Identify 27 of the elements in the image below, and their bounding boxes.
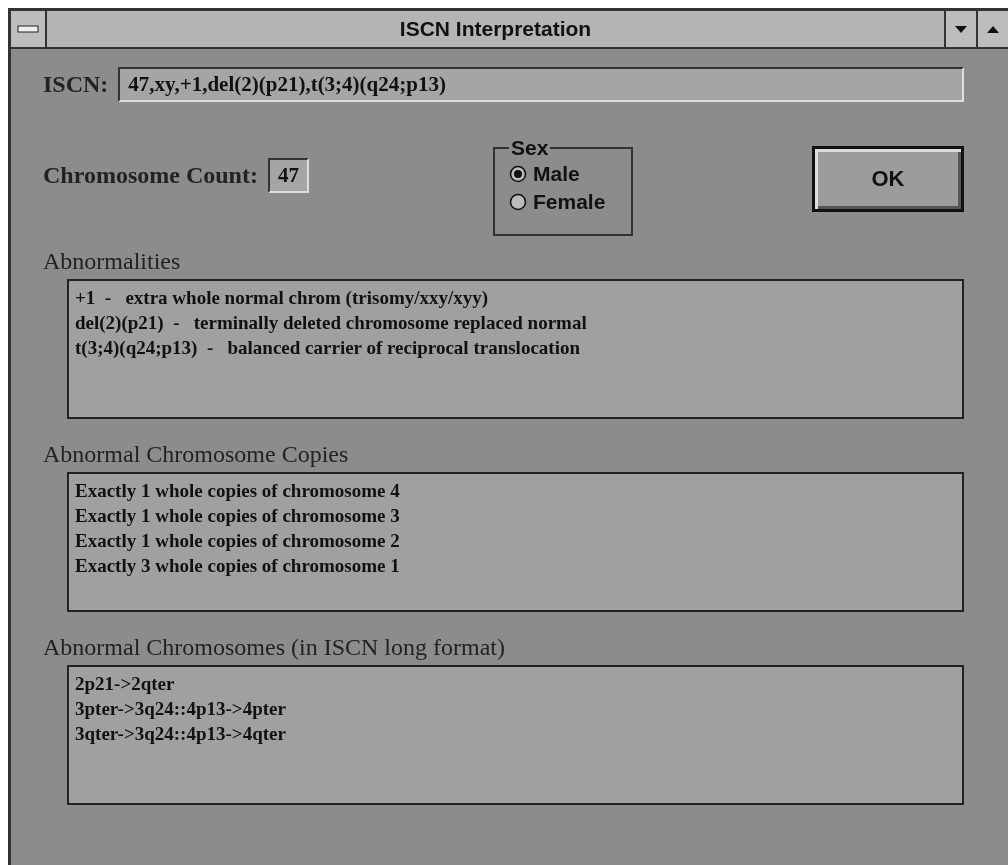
window-title: ISCN Interpretation [399, 17, 592, 41]
list-item: Exactly 3 whole copies of chromosome 1 [75, 554, 401, 578]
radio-label[interactable]: Male [533, 162, 580, 186]
iscn-field[interactable]: 47,xy,+1,del(2)(p21),t(3;4)(q24;p13) [118, 67, 964, 102]
list-item: 2p21->2qter [75, 672, 176, 696]
list-item: 3pter->3q24::4p13->4pter [75, 697, 287, 721]
section-label: Abnormal Chromosomes (in ISCN long format) [43, 634, 506, 661]
count-field[interactable]: 47 [267, 158, 309, 193]
maximize-icon[interactable] [986, 24, 1000, 34]
list-item: Exactly 1 whole copies of chromosome 2 [75, 529, 401, 553]
system-menu-icon[interactable] [17, 25, 39, 33]
list-item: 3qter->3q24::4p13->4qter [75, 722, 287, 746]
field-label: ISCN: [43, 71, 109, 98]
list-item: Exactly 1 whole copies of chromosome 3 [75, 504, 401, 528]
list-item: Exactly 1 whole copies of chromosome 4 [75, 479, 401, 503]
list-item: t(3;4)(q24;p13) - balanced carrier of reciprocal translocation [75, 336, 581, 360]
group-label: Sex [510, 136, 550, 160]
minimize-icon[interactable] [954, 24, 968, 34]
field-label: Chromosome Count: [43, 162, 258, 189]
list-item: +1 - extra whole normal chrom (trisomy/xxy/xyy) [75, 286, 490, 310]
section-label: Abnormal Chromosome Copies [43, 441, 350, 468]
ok-button[interactable]: OK [812, 146, 964, 212]
radio-button[interactable] [509, 193, 527, 211]
radio-label[interactable]: Female [533, 190, 606, 214]
radio-button[interactable] [509, 165, 527, 183]
section-label: Abnormalities [43, 248, 182, 275]
list-item: del(2)(p21) - terminally deleted chromosome replaced normal [75, 311, 588, 335]
